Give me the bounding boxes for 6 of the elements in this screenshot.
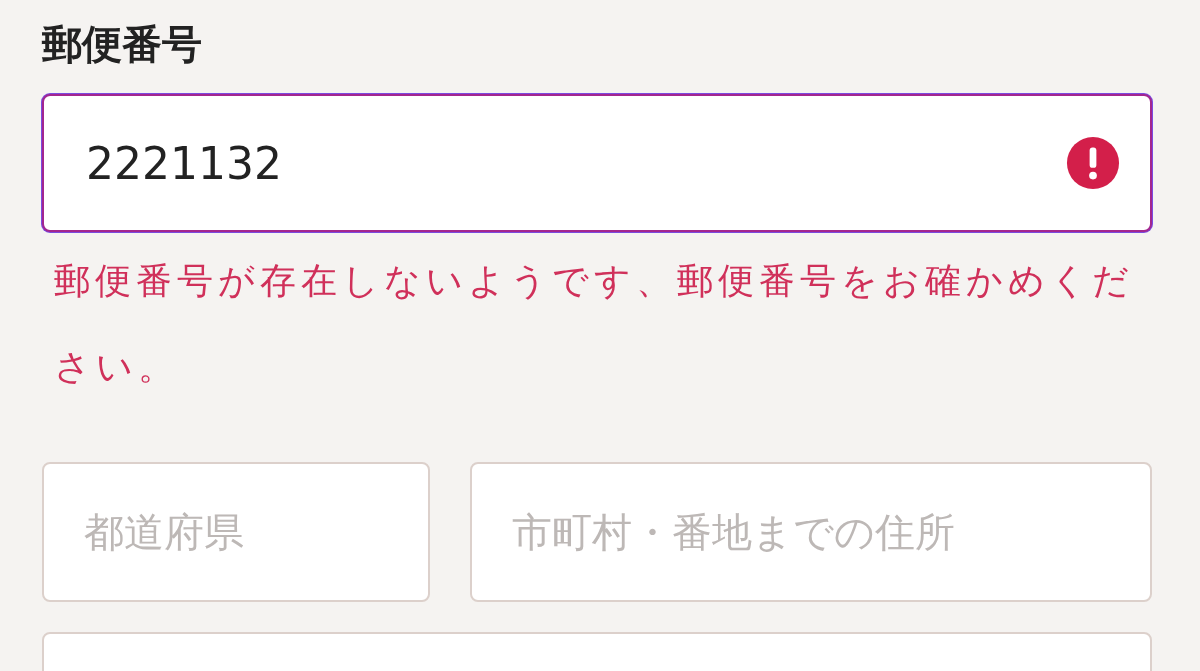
address-field[interactable]: 都道府県	[42, 462, 430, 602]
postal-code-field[interactable]: 2221132	[42, 94, 1152, 232]
field-label: 郵便番号	[42, 20, 203, 69]
error-message: 郵便番号が存在しないようです、郵便番号をお確かめください。	[53, 259, 1135, 389]
address-field[interactable]: 市町村・番地までの住所	[470, 462, 1152, 602]
error-icon	[1066, 136, 1120, 190]
